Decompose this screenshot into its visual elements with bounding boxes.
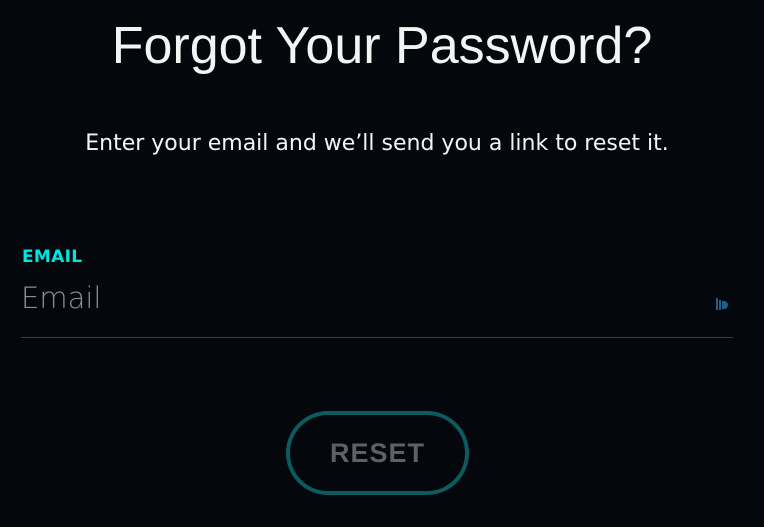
reset-button[interactable]: RESET [286,411,469,495]
reset-button-label: RESET [329,437,426,468]
email-field-group: EMAIL [21,244,733,339]
page-subtitle: Enter your email and we’ll send you a li… [85,131,669,156]
email-field-underline [21,337,733,338]
email-input[interactable] [21,278,701,318]
password-manager-icon-glyph [716,298,728,310]
email-field-label: EMAIL [22,247,83,267]
password-manager-icon[interactable] [715,296,729,312]
page-title: Forgot Your Password? [111,17,653,75]
